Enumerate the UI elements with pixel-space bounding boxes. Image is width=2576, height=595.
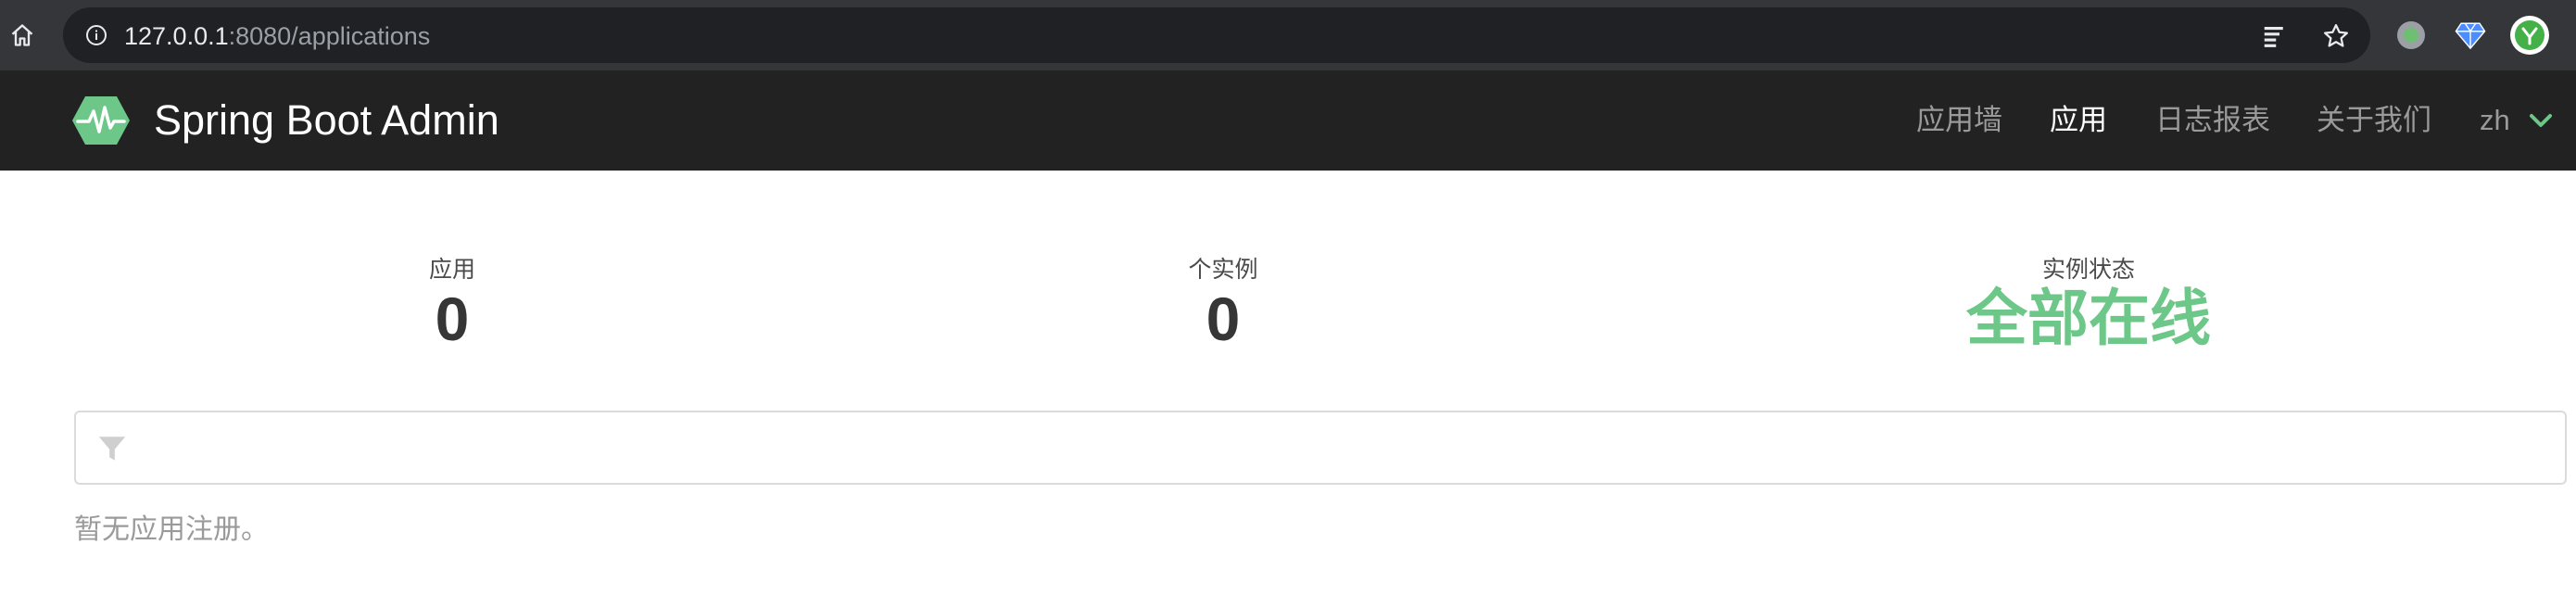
url-path: :8080/applications bbox=[228, 22, 431, 50]
stat-value-applications: 0 bbox=[435, 285, 470, 353]
filter-input[interactable] bbox=[146, 422, 2541, 474]
spring-boot-admin-logo-icon[interactable] bbox=[70, 95, 132, 146]
stat-instance-status: 实例状态 全部在线 bbox=[1857, 254, 2320, 352]
extension-button[interactable] bbox=[2391, 15, 2431, 56]
stat-label-applications: 应用 bbox=[428, 257, 475, 283]
brand-title[interactable]: Spring Boot Admin bbox=[154, 95, 499, 146]
empty-applications-message: 暂无应用注册。 bbox=[74, 514, 269, 545]
stat-applications: 应用 0 bbox=[221, 254, 684, 352]
stat-label-instances: 个实例 bbox=[1188, 257, 1258, 283]
home-icon bbox=[11, 24, 33, 46]
application-filter[interactable] bbox=[74, 411, 2567, 485]
extension-circle-icon bbox=[2397, 21, 2425, 49]
diamond-extension-icon bbox=[2455, 22, 2486, 50]
stat-label-instance-status: 实例状态 bbox=[2041, 257, 2135, 283]
stat-value-instances: 0 bbox=[1206, 285, 1241, 353]
site-info-icon[interactable] bbox=[85, 24, 107, 46]
address-bar[interactable]: 127.0.0.1:8080/applications bbox=[63, 7, 2370, 63]
filter-icon bbox=[98, 437, 126, 461]
nav-item-applications[interactable]: 应用 bbox=[2050, 102, 2107, 139]
language-selector[interactable]: zh bbox=[2480, 102, 2510, 139]
url-text[interactable]: 127.0.0.1:8080/applications bbox=[124, 23, 430, 49]
chevron-down-icon[interactable] bbox=[2528, 111, 2554, 130]
url-host: 127.0.0.1 bbox=[124, 22, 229, 50]
nav-item-journal[interactable]: 日志报表 bbox=[2155, 102, 2270, 139]
home-button[interactable] bbox=[4, 17, 41, 54]
browser-toolbar: 127.0.0.1:8080/applications bbox=[0, 0, 2576, 70]
extension-button[interactable] bbox=[2450, 15, 2491, 56]
stat-instances: 个实例 0 bbox=[991, 254, 1455, 352]
nav-item-about[interactable]: 关于我们 bbox=[2317, 102, 2431, 139]
app-navbar: Spring Boot Admin 应用墙 应用 日志报表 关于我们 zh bbox=[0, 70, 2576, 171]
profile-avatar-button[interactable] bbox=[2509, 15, 2550, 56]
reader-mode-icon[interactable] bbox=[2261, 22, 2289, 50]
stat-value-instance-status: 全部在线 bbox=[1966, 283, 2211, 354]
bookmark-star-icon[interactable] bbox=[2322, 22, 2350, 50]
profile-avatar-icon bbox=[2510, 16, 2549, 55]
nav-item-wallboard[interactable]: 应用墙 bbox=[1916, 102, 2002, 139]
